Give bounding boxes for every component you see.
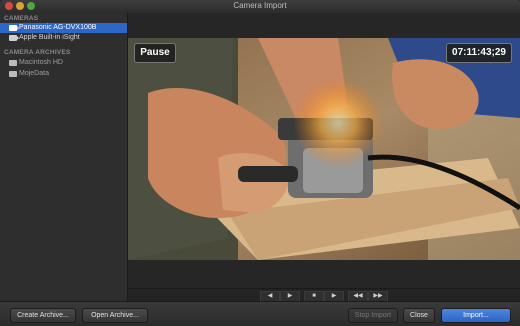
sidebar-item-mojedata[interactable]: MojeData (0, 69, 127, 79)
drive-icon (9, 60, 17, 66)
sidebar-item-isight[interactable]: Apple Built-in iSight (0, 33, 127, 43)
open-archive-button[interactable]: Open Archive... (82, 308, 148, 323)
sidebar-item-label: Panasonic AG-DVX100B (19, 24, 97, 31)
video-preview[interactable] (128, 38, 520, 260)
viewer-top-letterbox (128, 13, 520, 38)
sidebar-item-label: MojeData (19, 70, 49, 77)
drive-icon (9, 71, 17, 77)
create-archive-button[interactable]: Create Archive... (10, 308, 76, 323)
archives-section-header: CAMERA ARCHIVES (4, 49, 71, 56)
pause-button[interactable]: Pause (134, 43, 176, 63)
sidebar-item-label: Apple Built-in iSight (19, 34, 80, 41)
video-frame-image (128, 38, 520, 260)
sidebar: CAMERAS Panasonic AG-DVX100B Apple Built… (0, 13, 128, 301)
camera-icon (9, 25, 19, 31)
camera-import-window: Camera Import CAMERAS Panasonic AG-DVX10… (0, 0, 520, 326)
sidebar-item-panasonic[interactable]: Panasonic AG-DVX100B (0, 23, 127, 33)
close-button[interactable]: Close (403, 308, 435, 323)
transport-controls: ◀ ▶ ■ ▶ ◀◀ ▶▶ (128, 288, 520, 302)
title-bar: Camera Import (0, 0, 520, 14)
import-button[interactable]: Import... (441, 308, 511, 323)
bottom-toolbar: Create Archive... Open Archive... Stop I… (0, 301, 520, 326)
sidebar-item-macintosh-hd[interactable]: Macintosh HD (0, 58, 127, 68)
stop-import-button[interactable]: Stop Import (348, 308, 398, 323)
sidebar-item-label: Macintosh HD (19, 59, 63, 66)
timecode-display: 07:11:43;29 (446, 43, 512, 63)
cameras-section-header: CAMERAS (4, 15, 39, 22)
window-title: Camera Import (233, 1, 287, 10)
camera-icon (9, 35, 19, 41)
viewer-bottom-letterbox (128, 260, 520, 288)
